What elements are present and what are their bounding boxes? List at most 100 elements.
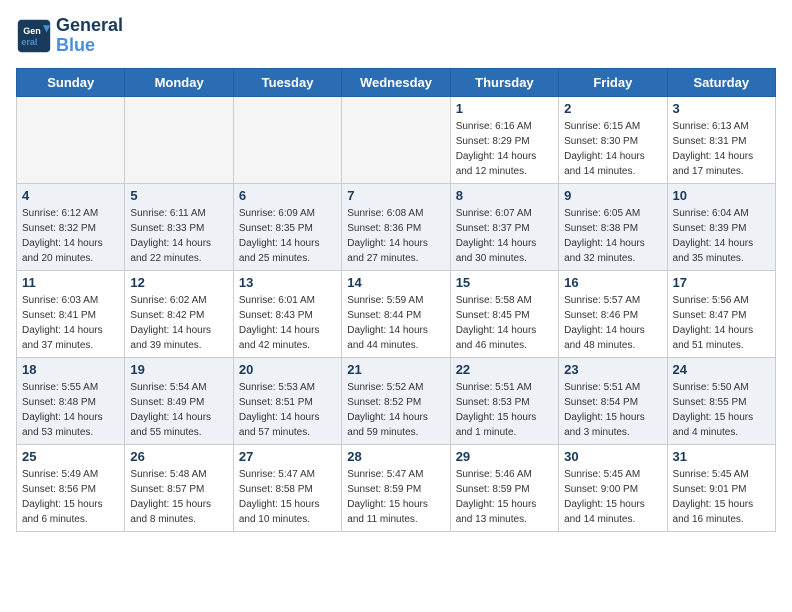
calendar-cell: 24 Sunrise: 5:50 AM Sunset: 8:55 PM Dayl… xyxy=(667,357,775,444)
day-info: Sunrise: 6:03 AM Sunset: 8:41 PM Dayligh… xyxy=(22,293,119,353)
day-info: Sunrise: 6:15 AM Sunset: 8:30 PM Dayligh… xyxy=(564,119,661,179)
calendar-cell: 3 Sunrise: 6:13 AM Sunset: 8:31 PM Dayli… xyxy=(667,96,775,183)
calendar-cell: 11 Sunrise: 6:03 AM Sunset: 8:41 PM Dayl… xyxy=(17,270,125,357)
day-number: 26 xyxy=(130,449,227,464)
weekday-header-tuesday: Tuesday xyxy=(233,68,341,96)
calendar-cell: 4 Sunrise: 6:12 AM Sunset: 8:32 PM Dayli… xyxy=(17,183,125,270)
weekday-header-friday: Friday xyxy=(559,68,667,96)
calendar-cell: 20 Sunrise: 5:53 AM Sunset: 8:51 PM Dayl… xyxy=(233,357,341,444)
day-info: Sunrise: 5:55 AM Sunset: 8:48 PM Dayligh… xyxy=(22,380,119,440)
calendar-cell: 7 Sunrise: 6:08 AM Sunset: 8:36 PM Dayli… xyxy=(342,183,450,270)
day-info: Sunrise: 5:49 AM Sunset: 8:56 PM Dayligh… xyxy=(22,467,119,527)
calendar-cell: 28 Sunrise: 5:47 AM Sunset: 8:59 PM Dayl… xyxy=(342,444,450,531)
day-number: 23 xyxy=(564,362,661,377)
day-number: 17 xyxy=(673,275,770,290)
calendar-cell: 19 Sunrise: 5:54 AM Sunset: 8:49 PM Dayl… xyxy=(125,357,233,444)
calendar-week-row: 11 Sunrise: 6:03 AM Sunset: 8:41 PM Dayl… xyxy=(17,270,776,357)
page-header: Gen eral GeneralBlue xyxy=(16,16,776,56)
day-number: 8 xyxy=(456,188,553,203)
calendar-week-row: 1 Sunrise: 6:16 AM Sunset: 8:29 PM Dayli… xyxy=(17,96,776,183)
day-number: 18 xyxy=(22,362,119,377)
calendar-cell: 9 Sunrise: 6:05 AM Sunset: 8:38 PM Dayli… xyxy=(559,183,667,270)
calendar-cell: 6 Sunrise: 6:09 AM Sunset: 8:35 PM Dayli… xyxy=(233,183,341,270)
day-info: Sunrise: 6:16 AM Sunset: 8:29 PM Dayligh… xyxy=(456,119,553,179)
calendar-cell: 12 Sunrise: 6:02 AM Sunset: 8:42 PM Dayl… xyxy=(125,270,233,357)
weekday-header-thursday: Thursday xyxy=(450,68,558,96)
day-info: Sunrise: 6:12 AM Sunset: 8:32 PM Dayligh… xyxy=(22,206,119,266)
calendar-cell: 13 Sunrise: 6:01 AM Sunset: 8:43 PM Dayl… xyxy=(233,270,341,357)
calendar-cell: 22 Sunrise: 5:51 AM Sunset: 8:53 PM Dayl… xyxy=(450,357,558,444)
calendar-cell: 16 Sunrise: 5:57 AM Sunset: 8:46 PM Dayl… xyxy=(559,270,667,357)
calendar-cell: 29 Sunrise: 5:46 AM Sunset: 8:59 PM Dayl… xyxy=(450,444,558,531)
day-info: Sunrise: 5:47 AM Sunset: 8:58 PM Dayligh… xyxy=(239,467,336,527)
day-number: 12 xyxy=(130,275,227,290)
calendar-cell: 18 Sunrise: 5:55 AM Sunset: 8:48 PM Dayl… xyxy=(17,357,125,444)
day-info: Sunrise: 6:07 AM Sunset: 8:37 PM Dayligh… xyxy=(456,206,553,266)
weekday-header-row: SundayMondayTuesdayWednesdayThursdayFrid… xyxy=(17,68,776,96)
calendar-cell: 14 Sunrise: 5:59 AM Sunset: 8:44 PM Dayl… xyxy=(342,270,450,357)
day-info: Sunrise: 5:46 AM Sunset: 8:59 PM Dayligh… xyxy=(456,467,553,527)
calendar-cell: 31 Sunrise: 5:45 AM Sunset: 9:01 PM Dayl… xyxy=(667,444,775,531)
day-number: 25 xyxy=(22,449,119,464)
day-info: Sunrise: 5:57 AM Sunset: 8:46 PM Dayligh… xyxy=(564,293,661,353)
day-info: Sunrise: 5:45 AM Sunset: 9:01 PM Dayligh… xyxy=(673,467,770,527)
logo-icon: Gen eral xyxy=(16,18,52,54)
day-number: 2 xyxy=(564,101,661,116)
day-info: Sunrise: 5:53 AM Sunset: 8:51 PM Dayligh… xyxy=(239,380,336,440)
day-info: Sunrise: 5:50 AM Sunset: 8:55 PM Dayligh… xyxy=(673,380,770,440)
day-number: 9 xyxy=(564,188,661,203)
day-info: Sunrise: 6:11 AM Sunset: 8:33 PM Dayligh… xyxy=(130,206,227,266)
calendar-cell: 30 Sunrise: 5:45 AM Sunset: 9:00 PM Dayl… xyxy=(559,444,667,531)
day-info: Sunrise: 5:54 AM Sunset: 8:49 PM Dayligh… xyxy=(130,380,227,440)
day-number: 22 xyxy=(456,362,553,377)
day-number: 7 xyxy=(347,188,444,203)
day-number: 13 xyxy=(239,275,336,290)
weekday-header-monday: Monday xyxy=(125,68,233,96)
svg-text:Gen: Gen xyxy=(23,26,41,36)
day-number: 21 xyxy=(347,362,444,377)
day-info: Sunrise: 6:05 AM Sunset: 8:38 PM Dayligh… xyxy=(564,206,661,266)
calendar-cell: 15 Sunrise: 5:58 AM Sunset: 8:45 PM Dayl… xyxy=(450,270,558,357)
day-info: Sunrise: 5:56 AM Sunset: 8:47 PM Dayligh… xyxy=(673,293,770,353)
weekday-header-saturday: Saturday xyxy=(667,68,775,96)
weekday-header-wednesday: Wednesday xyxy=(342,68,450,96)
calendar-week-row: 4 Sunrise: 6:12 AM Sunset: 8:32 PM Dayli… xyxy=(17,183,776,270)
day-number: 4 xyxy=(22,188,119,203)
logo: Gen eral GeneralBlue xyxy=(16,16,123,56)
day-info: Sunrise: 5:45 AM Sunset: 9:00 PM Dayligh… xyxy=(564,467,661,527)
svg-text:eral: eral xyxy=(21,37,37,47)
day-number: 11 xyxy=(22,275,119,290)
day-info: Sunrise: 5:47 AM Sunset: 8:59 PM Dayligh… xyxy=(347,467,444,527)
calendar-cell: 27 Sunrise: 5:47 AM Sunset: 8:58 PM Dayl… xyxy=(233,444,341,531)
day-info: Sunrise: 6:13 AM Sunset: 8:31 PM Dayligh… xyxy=(673,119,770,179)
calendar-cell: 5 Sunrise: 6:11 AM Sunset: 8:33 PM Dayli… xyxy=(125,183,233,270)
calendar-cell: 8 Sunrise: 6:07 AM Sunset: 8:37 PM Dayli… xyxy=(450,183,558,270)
day-number: 19 xyxy=(130,362,227,377)
day-info: Sunrise: 5:59 AM Sunset: 8:44 PM Dayligh… xyxy=(347,293,444,353)
day-number: 6 xyxy=(239,188,336,203)
calendar-cell: 10 Sunrise: 6:04 AM Sunset: 8:39 PM Dayl… xyxy=(667,183,775,270)
calendar-table: SundayMondayTuesdayWednesdayThursdayFrid… xyxy=(16,68,776,532)
day-number: 20 xyxy=(239,362,336,377)
day-number: 30 xyxy=(564,449,661,464)
calendar-cell xyxy=(342,96,450,183)
day-info: Sunrise: 6:04 AM Sunset: 8:39 PM Dayligh… xyxy=(673,206,770,266)
day-number: 24 xyxy=(673,362,770,377)
calendar-cell: 2 Sunrise: 6:15 AM Sunset: 8:30 PM Dayli… xyxy=(559,96,667,183)
day-info: Sunrise: 6:08 AM Sunset: 8:36 PM Dayligh… xyxy=(347,206,444,266)
weekday-header-sunday: Sunday xyxy=(17,68,125,96)
calendar-cell: 25 Sunrise: 5:49 AM Sunset: 8:56 PM Dayl… xyxy=(17,444,125,531)
day-number: 3 xyxy=(673,101,770,116)
calendar-cell: 1 Sunrise: 6:16 AM Sunset: 8:29 PM Dayli… xyxy=(450,96,558,183)
day-info: Sunrise: 6:09 AM Sunset: 8:35 PM Dayligh… xyxy=(239,206,336,266)
day-info: Sunrise: 5:51 AM Sunset: 8:54 PM Dayligh… xyxy=(564,380,661,440)
logo-text: GeneralBlue xyxy=(56,16,123,56)
day-number: 15 xyxy=(456,275,553,290)
calendar-cell: 17 Sunrise: 5:56 AM Sunset: 8:47 PM Dayl… xyxy=(667,270,775,357)
day-info: Sunrise: 5:58 AM Sunset: 8:45 PM Dayligh… xyxy=(456,293,553,353)
day-info: Sunrise: 5:52 AM Sunset: 8:52 PM Dayligh… xyxy=(347,380,444,440)
day-number: 29 xyxy=(456,449,553,464)
day-info: Sunrise: 5:51 AM Sunset: 8:53 PM Dayligh… xyxy=(456,380,553,440)
day-number: 1 xyxy=(456,101,553,116)
calendar-cell: 23 Sunrise: 5:51 AM Sunset: 8:54 PM Dayl… xyxy=(559,357,667,444)
